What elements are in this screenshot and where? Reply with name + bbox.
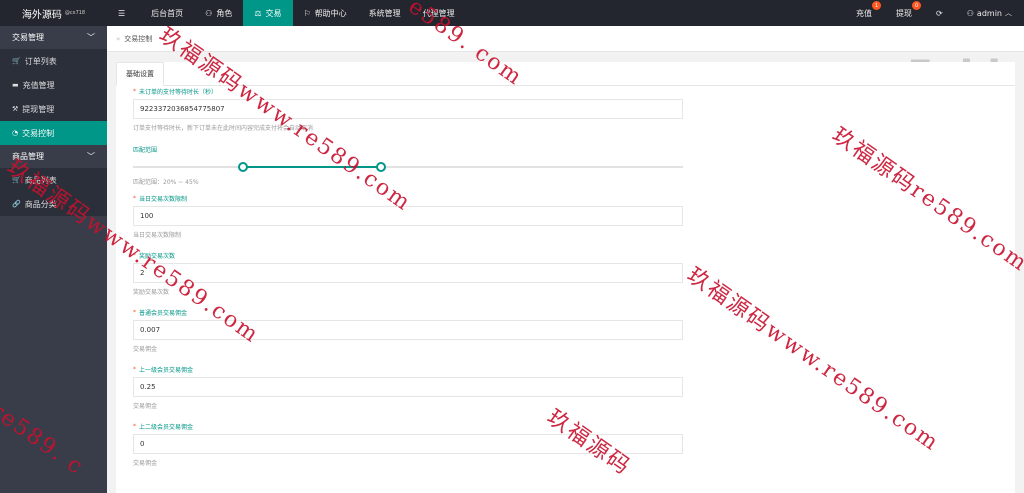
brand-logo[interactable]: 海外源码 @cx718 [0,0,107,26]
field-help: 当日交易次数限制 [133,232,182,239]
daily-limit-input[interactable]: 100 [133,206,683,226]
field-help: 订单支付等待时长，新下订单未在此时间内容完成支付将会自动取消 [133,125,314,132]
nav-agent-label: 代理管理 [422,8,455,18]
pay-wait-input[interactable]: 9223372036854775807 [133,99,683,119]
level1-commission-input[interactable]: 0.25 [133,377,683,397]
sidebar-group-trade[interactable]: 交易管理 ﹀ [0,26,107,49]
field-help: 交易佣金 [133,346,158,353]
sidebar-item-label: 商品列表 [24,175,57,185]
refresh-icon: ⟳ [936,8,943,18]
top-nav: ☰ 后台首页 ⚇ 角色 ⚖ 交易 ⚐ 帮助中心 系统管理 代理管理 [107,0,466,26]
field-label: * 上二级会员交易佣金 [133,423,194,431]
brand-name: 海外源码 [21,9,62,21]
sidebar-group-label: 交易管理 [12,33,44,42]
sidebar-group-goods[interactable]: 商品管理 ﹀ [0,145,107,168]
flag-icon: ⚐ [303,8,311,18]
field-help: 交易佣金 [133,460,158,467]
chevron-up-icon: ︿ [1005,9,1012,17]
field-help: 奖励交易次数 [133,289,170,296]
nav-agent[interactable]: 代理管理 [412,0,466,26]
chevron-down-icon: ﹀ [87,33,95,42]
cart-icon: 🛒 [12,176,21,184]
sidebar-item-label: 订单列表 [24,56,57,66]
sidebar-item-label: 商品分类 [24,199,57,209]
sidebar-item-goods-list[interactable]: 🛒 商品列表 [0,168,107,192]
nav-role[interactable]: ⚇ 角色 [194,0,243,26]
scale-icon: ⚖ [254,8,262,18]
tab-bar: 基础设置 [116,62,1015,86]
user-icon: ⚇ [205,8,213,18]
sidebar-item-orders[interactable]: 🛒 订单列表 [0,49,107,73]
recharge-badge: 1 [872,1,882,10]
nav-home-label: 后台首页 [151,8,184,18]
member-commission-input[interactable]: 0.007 [133,320,683,340]
sidebar-item-label: 交易控制 [22,128,55,138]
recharge-button[interactable]: 充值 1 [844,0,884,26]
menu-toggle-button[interactable]: ☰ [107,0,140,26]
slider-bar [243,166,381,168]
refresh-button[interactable]: ⟳ [924,0,955,26]
cart-icon: 🛒 [12,57,21,65]
brand-sup: @cx718 [64,10,86,16]
withdraw-button[interactable]: 提现 0 [884,0,924,26]
sidebar-item-goods-category[interactable]: 🔗 商品分类 [0,192,107,216]
sidebar: 交易管理 ﹀ 🛒 订单列表 ▬ 充值管理 ⚒ 提现管理 ◔ 交易控制 商品管理 ﹀ 🛒 商… [0,26,107,493]
breadcrumb: » 交易控制 [107,26,1024,52]
field-member-commission: * 普通会员交易佣金 0.007 交易佣金 [133,308,683,353]
level2-commission-input[interactable]: 0 [133,434,683,454]
field-label: * 当日交易次数限制 [133,195,188,203]
sidebar-item-recharge[interactable]: ▬ 充值管理 [0,73,107,97]
hammer-icon: ⚒ [12,105,19,113]
field-help: 交易佣金 [133,403,158,410]
field-level2-commission: * 上二级会员交易佣金 0 交易佣金 [133,422,683,467]
nav-role-label: 角色 [216,8,233,18]
sidebar-item-label: 提现管理 [22,104,55,114]
field-reward-count: * 奖励交易次数 2 奖励交易次数 [133,251,683,296]
user-menu[interactable]: ⚇ admin ︿ [955,0,1024,26]
field-label: * 上一级会员交易佣金 [133,366,194,374]
tab-basic-settings[interactable]: 基础设置 [116,62,164,86]
withdraw-badge: 0 [912,1,922,10]
slider-handle-max[interactable] [375,162,386,172]
sidebar-item-withdraw[interactable]: ⚒ 提现管理 [0,97,107,121]
field-help: 匹配范围：20% ~ 45% [133,179,199,186]
nav-trade-label: 交易 [265,8,282,18]
nav-trade[interactable]: ⚖ 交易 [243,0,293,26]
dashboard-icon: ◔ [12,129,19,137]
field-match-range: 匹配范围 匹配范围：20% ~ 45% [133,145,683,186]
field-label: * 奖励交易次数 [133,252,176,260]
breadcrumb-separator-icon: » [116,34,121,43]
field-label: * 普通会员交易佣金 [133,309,188,317]
reward-count-input[interactable]: 2 [133,263,683,283]
nav-help[interactable]: ⚐ 帮助中心 [293,0,358,26]
field-pay-wait: * 未订单的支付等待时长（秒） 9223372036854775807 订单支付等… [133,87,683,132]
sidebar-group-label: 商品管理 [12,152,44,161]
nav-help-label: 帮助中心 [314,8,347,18]
link-icon: 🔗 [12,200,21,208]
top-bar: 海外源码 @cx718 ☰ 后台首页 ⚇ 角色 ⚖ 交易 ⚐ 帮助中心 系统管理 代理管… [0,0,1024,26]
sidebar-item-trade-control[interactable]: ◔ 交易控制 [0,121,107,145]
menu-icon: ☰ [118,8,126,18]
nav-system-label: 系统管理 [368,8,401,18]
field-label: * 未订单的支付等待时长（秒） [133,88,218,96]
sidebar-item-label: 充值管理 [22,80,55,90]
field-level1-commission: * 上一级会员交易佣金 0.25 交易佣金 [133,365,683,410]
breadcrumb-current[interactable]: 交易控制 [124,34,152,44]
match-range-slider[interactable] [133,160,683,174]
chat-icon: ▬ [12,81,19,89]
field-daily-limit: * 当日交易次数限制 100 当日交易次数限制 [133,194,683,239]
user-icon: ⚇ [966,8,974,18]
chevron-down-icon: ﹀ [87,152,95,161]
slider-handle-min[interactable] [238,162,248,172]
withdraw-label: 提现 [896,8,913,18]
nav-system[interactable]: 系统管理 [358,0,412,26]
nav-home[interactable]: 后台首页 [140,0,194,26]
slider-track [133,166,683,168]
main-content: » 交易控制 5zki 基础设置 *未订单的支付等待时长（秒） 92233720… [107,26,1024,493]
recharge-label: 充值 [856,8,873,18]
field-label: 匹配范围 [133,147,158,154]
user-name: admin [976,8,1002,18]
top-right: 充值 1 提现 0 ⟳ ⚇ admin ︿ [844,0,1024,26]
